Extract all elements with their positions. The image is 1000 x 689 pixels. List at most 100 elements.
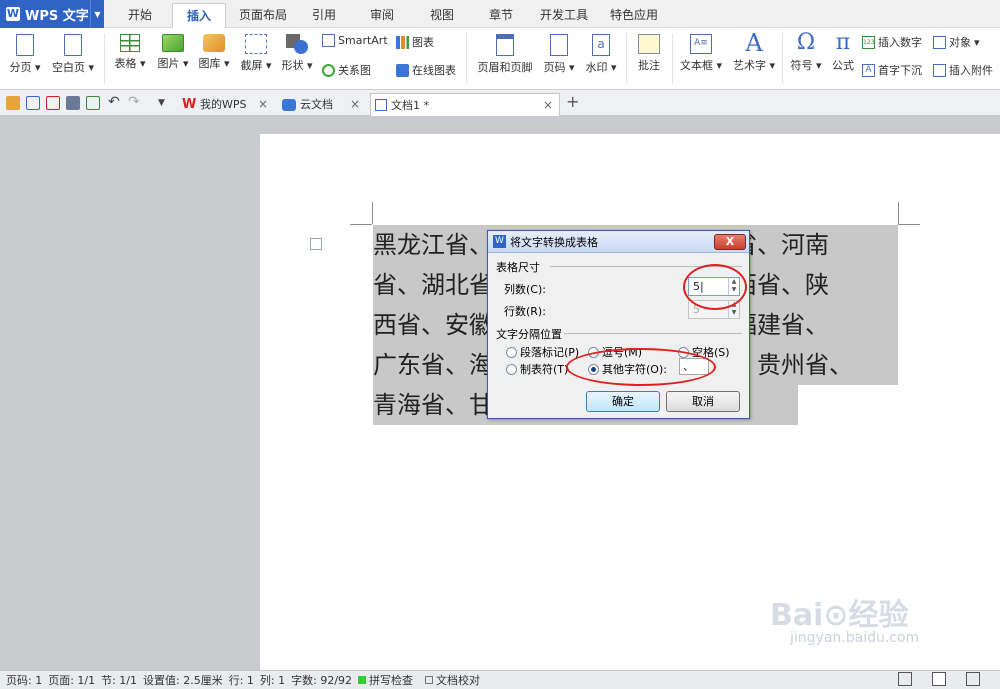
attachment-button[interactable]: 插入附件: [933, 62, 993, 78]
divider: [564, 333, 742, 334]
crop-mark: [898, 202, 899, 224]
divider: [672, 34, 673, 84]
scissors-icon: [245, 34, 267, 54]
status-page-num: 页码: 1: [6, 674, 43, 687]
status-pages: 页面: 1/1: [48, 674, 96, 687]
chart-button[interactable]: 图表: [396, 34, 434, 50]
doc-tab-document1[interactable]: 文档1 * ×: [370, 93, 560, 116]
menu-bar: W WPS 文字 ▼ 开始 插入 页面布局 引用 审阅 视图 章节 开发工具 特…: [0, 0, 1000, 28]
symbol-button[interactable]: Ω 符号 ▾: [788, 32, 824, 73]
cloud-icon: [282, 98, 296, 111]
dialog-titlebar[interactable]: W 将文字转换成表格: [488, 231, 749, 253]
spell-check-icon: [358, 676, 367, 684]
rows-label: 行数(R):: [504, 305, 546, 318]
close-icon[interactable]: ×: [543, 94, 553, 117]
omega-icon: Ω: [796, 30, 816, 55]
fullscreen-icon[interactable]: [898, 672, 912, 686]
new-tab-icon[interactable]: +: [566, 94, 580, 110]
comment-button[interactable]: 批注: [632, 34, 666, 73]
spell-check-toggle[interactable]: 拼写检查: [358, 672, 419, 688]
divider: [782, 34, 783, 84]
page-break-icon: [16, 34, 34, 56]
outline-view-icon[interactable]: [966, 672, 980, 686]
status-words[interactable]: 字数: 92/92: [291, 672, 352, 688]
print-preview-icon[interactable]: [86, 96, 100, 110]
page-number-button[interactable]: 页码 ▾: [540, 34, 578, 75]
page-number-icon: [550, 34, 568, 56]
radio-paragraph[interactable]: 段落标记(P): [506, 344, 579, 360]
divider: [104, 34, 105, 84]
status-bar: 页码: 1 页面: 1/1 节: 1/1 设置值: 2.5厘米 行: 1 列: …: [0, 670, 1000, 689]
save-icon[interactable]: [26, 96, 40, 110]
undo-icon[interactable]: ↶: [108, 95, 122, 110]
status-section: 节: 1/1: [101, 674, 138, 687]
textbox-icon: A≡: [690, 34, 712, 54]
smartart-button[interactable]: SmartArt: [322, 34, 388, 47]
divider: [626, 34, 627, 84]
separator-group: 文字分隔位置: [496, 328, 562, 341]
radio-circle: [506, 346, 517, 358]
cancel-button[interactable]: 取消: [666, 391, 740, 412]
radio-circle: [506, 363, 517, 375]
open-icon[interactable]: [6, 96, 20, 110]
crop-mark: [350, 224, 372, 225]
cols-label: 列数(C):: [504, 283, 546, 296]
tab-review[interactable]: 审阅: [356, 3, 408, 28]
wps-logo-icon: W: [6, 7, 20, 21]
relation-chart-button[interactable]: 关系图: [322, 62, 371, 78]
online-chart-button[interactable]: 在线图表: [396, 62, 456, 78]
print-icon[interactable]: [66, 96, 80, 110]
baidu-watermark-url: jingyan.baidu.com: [790, 630, 920, 646]
app-menu-button[interactable]: W WPS 文字 ▼: [0, 0, 104, 28]
pi-icon: π: [835, 30, 851, 55]
gallery-button[interactable]: 图库 ▾: [194, 34, 234, 71]
table-button[interactable]: 表格 ▾: [110, 34, 150, 71]
wordart-button[interactable]: A 艺术字 ▾: [730, 29, 778, 73]
object-button[interactable]: 对象 ▾: [933, 34, 980, 50]
tab-insert[interactable]: 插入: [172, 3, 226, 28]
tab-page-layout[interactable]: 页面布局: [232, 3, 294, 28]
wordart-icon: A: [745, 29, 763, 57]
status-row: 行: 1: [228, 674, 254, 687]
ok-button[interactable]: 确定: [586, 391, 660, 412]
crop-mark: [898, 224, 920, 225]
tab-chapter[interactable]: 章节: [476, 3, 526, 28]
formula-button[interactable]: π 公式: [828, 32, 858, 73]
picture-icon: [162, 34, 184, 52]
chart-icon: [396, 35, 409, 49]
baidu-watermark: Bai⊙经验: [770, 598, 909, 633]
page-break-button[interactable]: 分页 ▾: [6, 34, 44, 75]
smartart-icon: [322, 34, 335, 47]
header-footer-button[interactable]: 页眉和页脚: [474, 34, 536, 75]
tab-references[interactable]: 引用: [300, 3, 348, 28]
tab-view[interactable]: 视图: [416, 3, 468, 28]
screenshot-button[interactable]: 截屏 ▾: [236, 34, 276, 73]
textbox-button[interactable]: A≡ 文本框 ▾: [678, 34, 724, 73]
insert-number-button[interactable]: 123 插入数字: [862, 34, 922, 50]
watermark-button[interactable]: a 水印 ▾: [582, 34, 620, 75]
tab-home[interactable]: 开始: [114, 3, 166, 28]
chevron-down-icon[interactable]: ▼: [158, 96, 172, 110]
doc-tab-cloud[interactable]: 云文档 ×: [278, 93, 366, 116]
redo-icon[interactable]: ↷: [128, 95, 142, 110]
tab-developer[interactable]: 开发工具: [532, 3, 596, 28]
blank-page-button[interactable]: 空白页 ▾: [48, 34, 98, 75]
radio-tab[interactable]: 制表符(T): [506, 361, 568, 377]
comment-icon: [638, 34, 660, 54]
page-view-icon[interactable]: [932, 672, 946, 686]
doc-tab-my-wps[interactable]: W 我的WPS ×: [178, 93, 274, 116]
chevron-down-icon[interactable]: ▼: [90, 0, 104, 28]
export-pdf-icon[interactable]: [46, 96, 60, 110]
picture-button[interactable]: 图片 ▾: [154, 34, 192, 71]
paragraph-layout-icon[interactable]: [310, 238, 322, 250]
status-col: 列: 1: [259, 674, 286, 687]
dialog-title: 将文字转换成表格: [510, 235, 598, 249]
wps-icon: W: [182, 96, 197, 112]
close-icon[interactable]: ×: [350, 93, 360, 116]
tab-special[interactable]: 特色应用: [602, 3, 666, 28]
proofread-toggle[interactable]: 文档校对: [425, 672, 486, 688]
close-button[interactable]: X: [714, 234, 746, 250]
close-icon[interactable]: ×: [258, 93, 268, 116]
shape-button[interactable]: 形状 ▾: [278, 34, 316, 73]
dropcap-button[interactable]: A 首字下沉: [862, 62, 922, 78]
